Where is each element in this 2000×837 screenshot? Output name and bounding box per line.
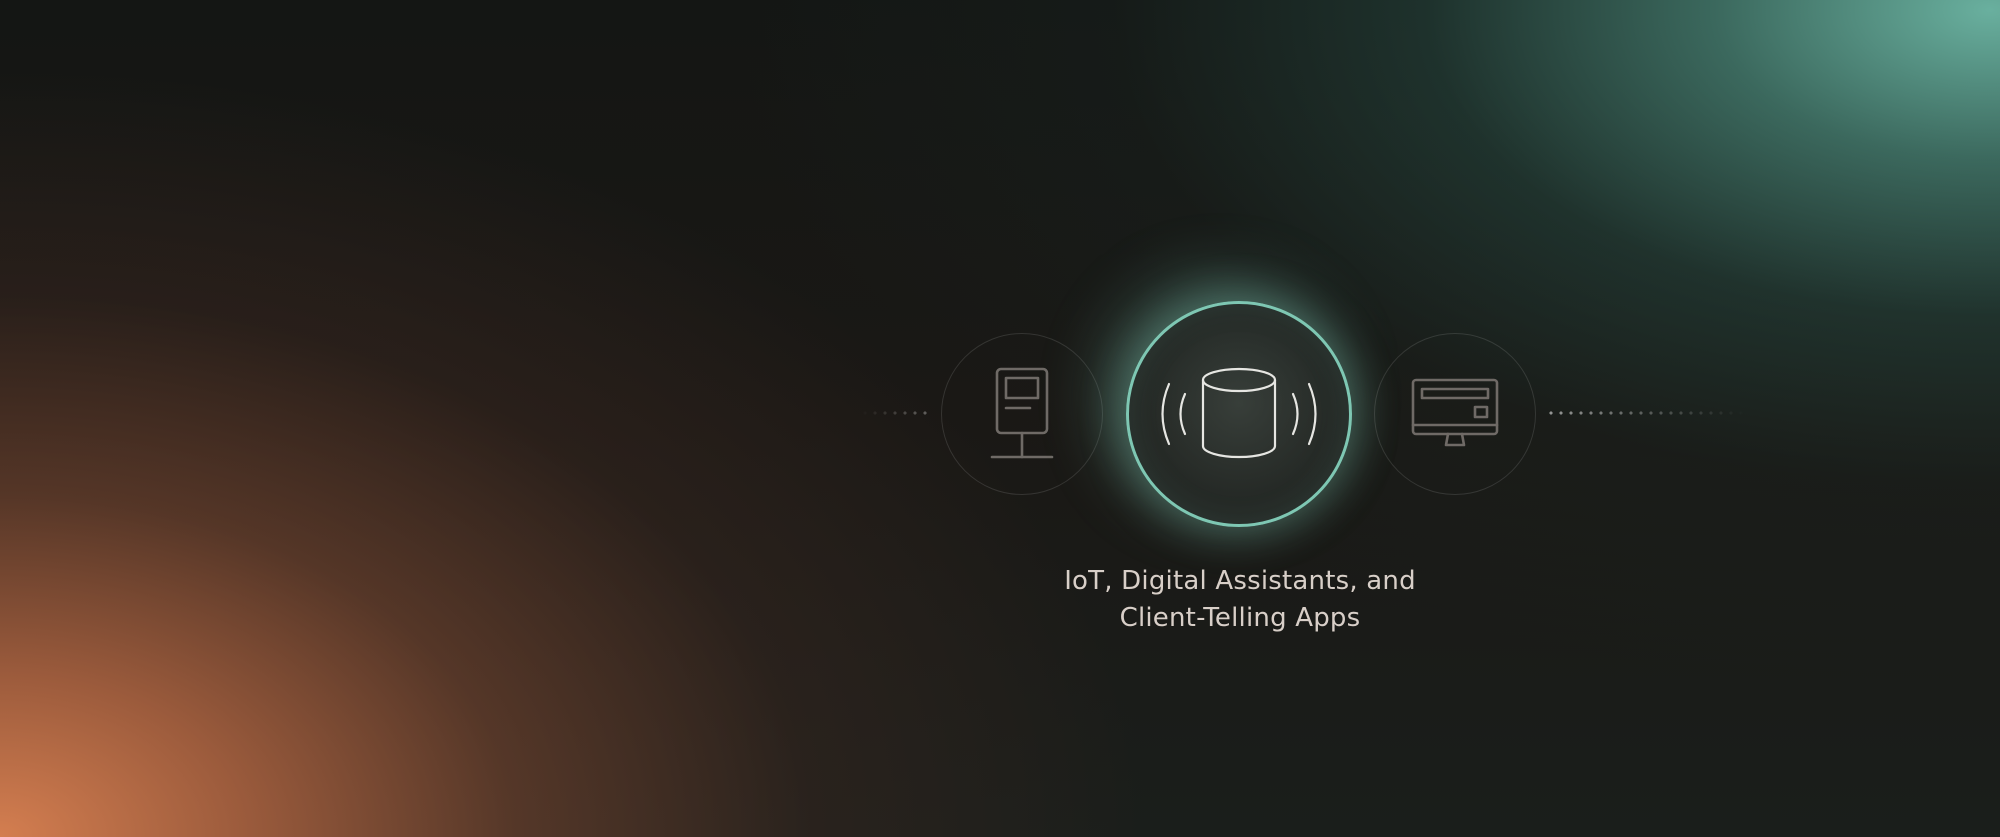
smart-speaker-icon [1161,367,1317,459]
section-caption: IoT, Digital Assistants, and Client-Tell… [1040,563,1440,637]
caption-line-2: Client-Telling Apps [1119,603,1361,633]
smart-speaker-circle [1126,301,1352,527]
connector-dots-right [1546,411,1746,415]
kiosk-terminal-icon [990,367,1054,459]
monitor-circle [1374,333,1536,495]
hero-stage: IoT, Digital Assistants, and Client-Tell… [0,0,2000,837]
caption-line-1: IoT, Digital Assistants, and [1064,566,1416,596]
connector-dots-left [860,411,932,415]
kiosk-circle [941,333,1103,495]
monitor-display-icon [1411,378,1499,447]
